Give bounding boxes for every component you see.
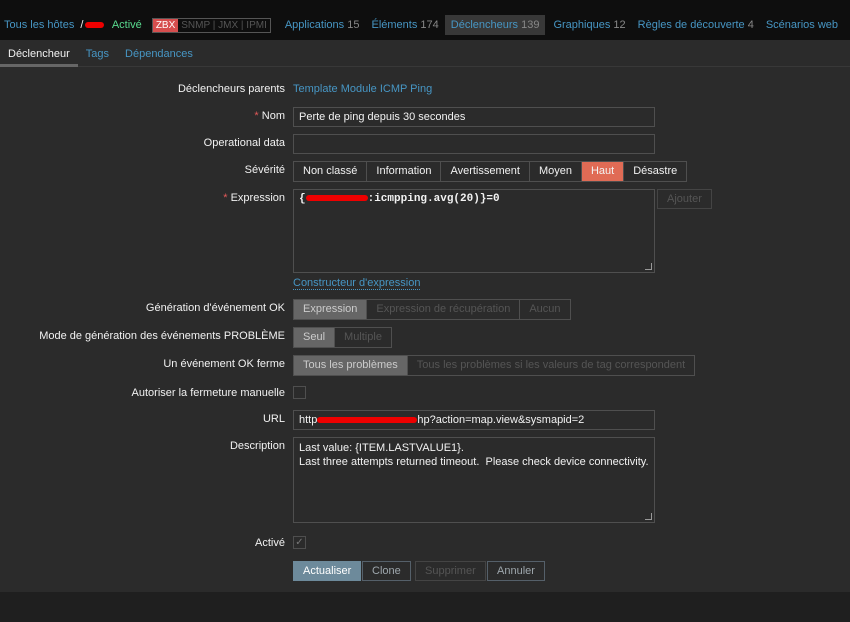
breadcrumb-separator: /: [80, 19, 84, 31]
ok-closes-selector: Tous les problèmes Tous les problèmes si…: [293, 355, 696, 376]
redacted-url: [317, 417, 418, 424]
all-hosts-link[interactable]: Tous les hôtes: [4, 19, 74, 31]
severity-selector: Non classé Information Avertissement Moy…: [293, 161, 688, 182]
severity-average[interactable]: Moyen: [530, 162, 582, 181]
problem-mode-label: Mode de génération des événements PROBLÈ…: [39, 330, 285, 342]
enabled-checkbox[interactable]: ✓: [293, 536, 306, 549]
manual-close-label: Autoriser la fermeture manuelle: [131, 387, 285, 399]
nav-items[interactable]: Éléments 174: [371, 19, 438, 31]
redacted-host-name: [85, 22, 104, 28]
problem-mode-selector: Seul Multiple: [293, 327, 392, 348]
ok-closes-label: Un événement OK ferme: [163, 358, 285, 370]
ok-gen-expression[interactable]: Expression: [294, 300, 368, 319]
severity-warning[interactable]: Avertissement: [441, 162, 530, 181]
parent-template-link[interactable]: Template Module ICMP Ping: [293, 80, 432, 98]
ok-closes-all[interactable]: Tous les problèmes: [294, 356, 408, 375]
tab-trigger[interactable]: Déclencheur: [0, 40, 78, 67]
footer-bar: [0, 592, 850, 622]
ok-closes-tag-match[interactable]: Tous les problèmes si les valeurs de tag…: [408, 356, 694, 375]
operational-data-input[interactable]: [293, 134, 655, 154]
severity-high[interactable]: Haut: [581, 162, 625, 181]
url-label: URL: [262, 413, 285, 425]
nav-graphs[interactable]: Graphiques 12: [553, 19, 625, 31]
host-status: Activé: [111, 19, 142, 31]
enabled-label: Activé: [255, 537, 285, 549]
redacted-host: [305, 195, 368, 202]
form-tabs: Déclencheur Tags Dépendances: [0, 40, 850, 67]
name-label: * Nom: [254, 110, 285, 122]
ok-gen-recovery-expression[interactable]: Expression de récupération: [367, 300, 521, 319]
problem-mode-single[interactable]: Seul: [294, 328, 336, 347]
trigger-form: Déclencheurs parents Template Module ICM…: [0, 67, 850, 592]
operational-data-label: Operational data: [203, 137, 285, 149]
clone-button[interactable]: Clone: [362, 561, 411, 581]
url-input[interactable]: http hp?action=map.view&sysmapid=2: [293, 410, 655, 430]
zbx-badge: ZBX: [152, 18, 179, 32]
availability-badges: ZBX SNMP | JMX | IPMI: [151, 17, 271, 33]
expression-builder-link[interactable]: Constructeur d'expression: [293, 277, 421, 290]
cancel-button[interactable]: Annuler: [487, 561, 545, 581]
ok-event-generation-label: Génération d'événement OK: [145, 302, 285, 314]
problem-mode-multiple[interactable]: Multiple: [335, 328, 391, 347]
nav-web-scenarios[interactable]: Scénarios web: [766, 19, 838, 31]
nav-triggers[interactable]: Déclencheurs 139: [444, 15, 546, 35]
tab-tags[interactable]: Tags: [78, 40, 117, 67]
update-button[interactable]: Actualiser: [293, 561, 362, 581]
host-nav-bar: Tous les hôtes / Activé ZBX SNMP | JMX | …: [0, 10, 850, 40]
add-expression-button[interactable]: Ajouter: [657, 189, 712, 209]
severity-label: Sévérité: [244, 164, 285, 176]
tab-dependencies[interactable]: Dépendances: [117, 40, 201, 67]
parent-triggers-label: Déclencheurs parents: [177, 83, 285, 95]
nav-discovery-rules[interactable]: Règles de découverte 4: [638, 19, 754, 31]
ok-event-generation-selector: Expression Expression de récupération Au…: [293, 299, 571, 320]
severity-information[interactable]: Information: [367, 162, 442, 181]
description-textarea[interactable]: Last value: {ITEM.LASTVALUE1}. Last thre…: [293, 437, 655, 523]
severity-disaster[interactable]: Désastre: [624, 162, 686, 181]
manual-close-checkbox[interactable]: [293, 386, 306, 399]
expression-label: * Expression: [223, 192, 285, 204]
description-label: Description: [229, 440, 285, 452]
nav-applications[interactable]: Applications 15: [285, 19, 360, 31]
other-interfaces-badge: SNMP | JMX | IPMI: [181, 19, 267, 31]
delete-button[interactable]: Supprimer: [415, 561, 486, 581]
severity-not-classified[interactable]: Non classé: [294, 162, 368, 181]
name-input[interactable]: Perte de ping depuis 30 secondes: [293, 107, 655, 127]
expression-textarea[interactable]: {:icmpping.avg(20)}=0: [293, 189, 655, 273]
ok-gen-none[interactable]: Aucun: [520, 300, 569, 319]
